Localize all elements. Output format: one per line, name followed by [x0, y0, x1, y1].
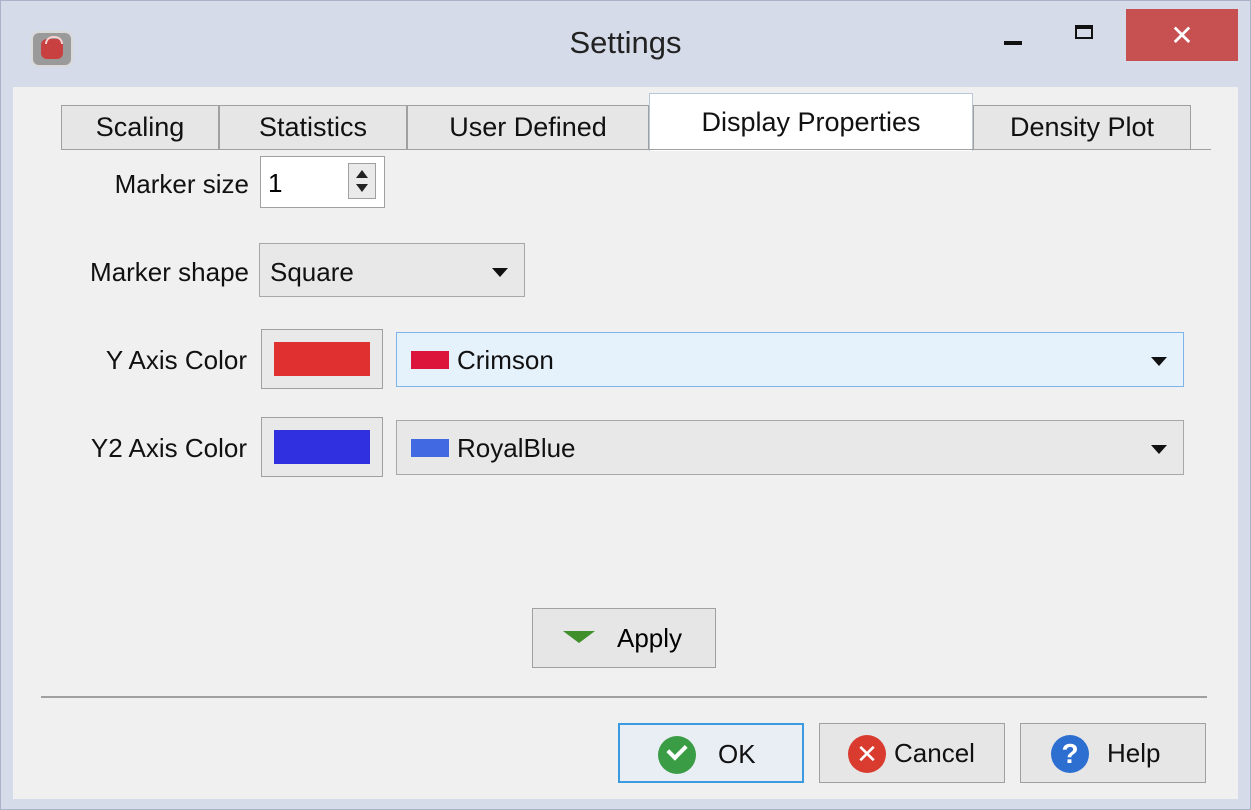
tab-statistics[interactable]: Statistics: [219, 105, 407, 149]
marker-size-stepper[interactable]: [348, 163, 376, 199]
apply-button[interactable]: Apply: [532, 608, 716, 668]
close-button[interactable]: ✕: [1126, 9, 1238, 61]
tab-density-plot[interactable]: Density Plot: [973, 105, 1191, 149]
marker-shape-label: Marker shape: [90, 257, 249, 287]
y2-axis-color-label: Y2 Axis Color: [90, 433, 247, 463]
y-axis-color-button[interactable]: [261, 329, 383, 389]
royalblue-swatch: [411, 439, 449, 457]
settings-window: Settings ✕ Scaling Statistics User Defin…: [0, 0, 1251, 810]
arrow-down-icon[interactable]: [356, 184, 368, 192]
cancel-icon: ✕: [848, 735, 886, 773]
close-icon: ✕: [1170, 19, 1194, 51]
crimson-swatch: [411, 351, 449, 369]
apply-label: Apply: [617, 623, 683, 653]
cancel-label: Cancel: [894, 738, 975, 768]
maximize-button[interactable]: [1061, 15, 1107, 55]
tab-display-properties[interactable]: Display Properties: [649, 93, 973, 151]
tab-scaling[interactable]: Scaling: [61, 105, 219, 149]
marker-shape-value: Square: [270, 257, 354, 287]
y2-axis-color-swatch: [274, 430, 370, 464]
tab-user-defined[interactable]: User Defined: [407, 105, 649, 149]
y-axis-color-value: Crimson: [457, 345, 554, 375]
y2-axis-color-dropdown[interactable]: RoyalBlue: [396, 420, 1184, 475]
marker-shape-dropdown[interactable]: Square: [259, 243, 525, 297]
marker-size-spinner[interactable]: 1: [260, 156, 385, 208]
ok-label: OK: [718, 739, 756, 769]
check-icon: [658, 736, 696, 774]
y2-axis-color-button[interactable]: [261, 417, 383, 477]
apply-arrow-icon: [563, 631, 595, 643]
marker-size-label: Marker size: [114, 169, 249, 199]
help-label: Help: [1107, 738, 1161, 768]
arrow-up-icon[interactable]: [356, 170, 368, 178]
y-axis-color-dropdown[interactable]: Crimson: [396, 332, 1184, 387]
ok-button[interactable]: OK: [618, 723, 804, 783]
y-axis-color-swatch: [274, 342, 370, 376]
chevron-down-icon: [492, 268, 508, 277]
help-button[interactable]: ? Help: [1020, 723, 1206, 783]
title-bar[interactable]: Settings ✕: [1, 1, 1250, 85]
cancel-button[interactable]: ✕ Cancel: [819, 723, 1005, 783]
minimize-button[interactable]: [989, 15, 1035, 55]
y2-axis-color-value: RoyalBlue: [457, 433, 576, 463]
marker-size-value[interactable]: 1: [268, 168, 282, 199]
y-axis-color-label: Y Axis Color: [105, 345, 247, 375]
tab-divider: [61, 149, 1211, 150]
dialog-content: Scaling Statistics User Defined Display …: [13, 87, 1238, 799]
help-icon: ?: [1051, 735, 1089, 773]
footer-separator: [41, 696, 1207, 698]
chevron-down-icon: [1151, 357, 1167, 366]
chevron-down-icon: [1151, 445, 1167, 454]
